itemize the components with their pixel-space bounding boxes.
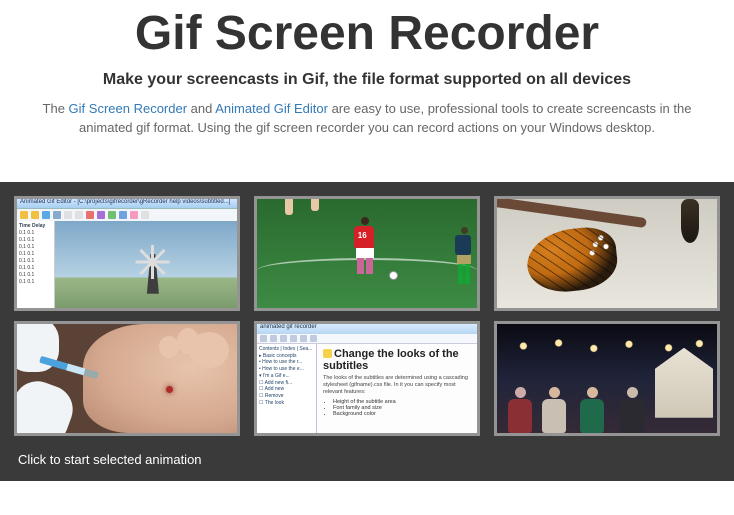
window-titlebar: animated gif recorder [257, 324, 477, 334]
help-tree: Contents | Index | Sea...▸ Basic concept… [257, 344, 317, 433]
soccer-player: 16 [354, 217, 376, 267]
page-description: The Gif Screen Recorder and Animated Gif… [12, 99, 722, 138]
thumbnail-party-night[interactable] [494, 321, 720, 436]
thumbnail-editor-windmill[interactable]: Animated Gif Editor - [C:\projects\gifre… [14, 196, 240, 311]
soccer-player [455, 227, 473, 287]
frame-row: 0.1 0.1 [19, 251, 52, 258]
preview-windmill [55, 221, 237, 308]
branch-icon [494, 196, 647, 228]
gallery-caption: Click to start selected animation [14, 448, 720, 469]
tree-item: Contents | Index | Sea... [259, 346, 314, 353]
toolbar-icon [108, 211, 116, 219]
frame-row: 0.1 0.1 [19, 272, 52, 279]
help-heading: Change the looks of the subtitles [323, 348, 459, 372]
tree-item: • How to use the r... [259, 359, 314, 366]
tree-item: ☐ Add new [259, 386, 314, 393]
person-icon [505, 387, 535, 433]
toolbar [257, 334, 477, 344]
bullet-item: Background color [333, 411, 471, 417]
thumbnail-help-subtitles[interactable]: animated gif recorder Contents | Index |… [254, 321, 480, 436]
tree-item: ▸ Basic concepts [259, 353, 314, 360]
chrysalis-icon [681, 199, 699, 243]
help-content: Change the looks of the subtitles The lo… [317, 344, 477, 433]
recorder-link[interactable]: Gif Screen Recorder [69, 101, 188, 116]
toolbar-icon [119, 211, 127, 219]
jersey-number: 16 [358, 231, 367, 240]
list-header: Time Delay [19, 223, 52, 230]
toolbar-icon [130, 211, 138, 219]
frame-row: 0.1 0.1 [19, 230, 52, 237]
frame-row: 0.1 0.1 [19, 258, 52, 265]
lock-icon [323, 349, 332, 358]
toolbar [17, 209, 237, 221]
person-icon [539, 387, 569, 433]
ball-icon [389, 271, 398, 280]
frame-row: 0.1 0.1 [19, 237, 52, 244]
page-title: Gif Screen Recorder [12, 8, 722, 61]
butterfly-icon [524, 224, 620, 295]
tree-item: • How to use the e... [259, 366, 314, 373]
tree-item: ☐ The look [259, 400, 314, 407]
toolbar-icon [97, 211, 105, 219]
frame-row: 0.1 0.1 [19, 265, 52, 272]
thumbnail-medical-foot[interactable] [14, 321, 240, 436]
desc-text: The [43, 101, 69, 116]
toolbar-icon [75, 211, 83, 219]
help-paragraph: The looks of the subtitles are determine… [323, 375, 471, 396]
glove-icon [14, 374, 79, 435]
toolbar-icon [86, 211, 94, 219]
desc-text: and [187, 101, 215, 116]
frame-row: 0.1 0.1 [19, 244, 52, 251]
frame-row: 0.1 0.1 [19, 279, 52, 286]
tree-item: ☐ Remove [259, 393, 314, 400]
tree-item: ☐ Add new fi... [259, 380, 314, 387]
window-titlebar: Animated Gif Editor - [C:\projects\gifre… [17, 199, 237, 209]
editor-link[interactable]: Animated Gif Editor [215, 101, 328, 116]
tree-item: ▾ I'm a Gif e... [259, 373, 314, 380]
thumbnail-butterfly[interactable] [494, 196, 720, 311]
frame-list: Time Delay 0.1 0.10.1 0.10.1 0.10.1 0.10… [17, 221, 55, 308]
toolbar-icon [42, 211, 50, 219]
person-icon [617, 387, 647, 433]
animation-gallery: Animated Gif Editor - [C:\projects\gifre… [0, 182, 734, 481]
person-icon [577, 387, 607, 433]
thumbnail-soccer[interactable]: 16 [254, 196, 480, 311]
toolbar-icon [31, 211, 39, 219]
toolbar-icon [64, 211, 72, 219]
toolbar-icon [53, 211, 61, 219]
toolbar-icon [141, 211, 149, 219]
toolbar-icon [20, 211, 28, 219]
page-subtitle: Make your screencasts in Gif, the file f… [12, 71, 722, 89]
